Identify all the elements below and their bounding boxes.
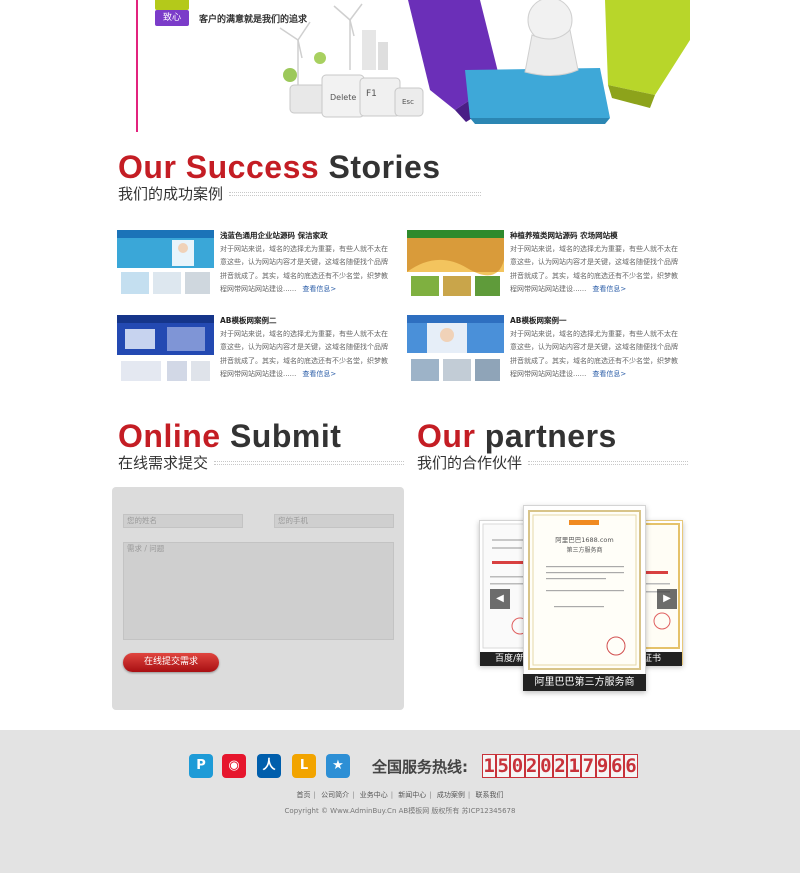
- case-thumbnail[interactable]: [407, 230, 504, 302]
- partners-subtitle: 我们的合作伙伴: [417, 454, 523, 472]
- heading-divider: [214, 461, 405, 465]
- heading-divider: [229, 192, 482, 196]
- success-subtitle: 我们的成功案例: [118, 185, 224, 203]
- case-item[interactable]: 种植养殖类网站源码 农场网站模 对于网站来说，域名的选择尤为重要，有些人就不太在…: [407, 230, 697, 304]
- partner-caption-main: 阿里巴巴第三方服务商: [523, 674, 646, 691]
- submit-subtitle-row: 在线需求提交: [118, 454, 408, 472]
- hotline-digit: 6: [623, 754, 639, 778]
- hotline-digit: 9: [595, 754, 610, 778]
- submit-title-red: Online: [118, 418, 221, 454]
- case-item[interactable]: 浅蓝色通用企业站源码 保洁家政 对于网站来说，域名的选择尤为重要，有些人就不太在…: [117, 230, 407, 304]
- hotline-digit: 0: [538, 754, 553, 778]
- certificate-image: 阿里巴巴1688.com 第三方服务商: [528, 510, 641, 670]
- case-thumbnail[interactable]: [117, 315, 214, 387]
- case-desc: 对于网站来说，域名的选择尤为重要，有些人就不太在意这些，认为网站内容才是关键，这…: [510, 328, 680, 381]
- copyright-text: Copyright © Www.AdminBuy.Cn AB模板网 版权所有 苏…: [284, 807, 516, 815]
- case-info: AB模板网案例二 对于网站来说，域名的选择尤为重要，有些人就不太在意这些，认为网…: [220, 315, 390, 381]
- renren-icon[interactable]: 人: [257, 754, 281, 778]
- qzone-icon[interactable]: ★: [326, 754, 350, 778]
- footer-link-cases[interactable]: 成功案例: [437, 791, 465, 799]
- case-title[interactable]: 浅蓝色通用企业站源码 保洁家政: [220, 230, 390, 243]
- carousel-prev-button[interactable]: ◀: [490, 589, 510, 609]
- case-info: 种植养殖类网站源码 农场网站模 对于网站来说，域名的选择尤为重要，有些人就不太在…: [510, 230, 680, 296]
- footer-link-separator: |: [352, 791, 355, 799]
- partner-certificate-main[interactable]: 阿里巴巴1688.com 第三方服务商 阿里巴巴第三方服务商: [523, 505, 646, 691]
- footer-link-separator: |: [467, 791, 471, 799]
- footer-link-separator: |: [429, 791, 432, 799]
- footer-link-separator: |: [313, 791, 316, 799]
- partners-section-heading: Our partners 我们的合作伙伴: [417, 419, 692, 472]
- hero-divider-line: [136, 0, 138, 132]
- name-input[interactable]: 您的姓名: [123, 514, 243, 528]
- footer-nav: 首页 | 公司简介 | 业务中心 | 新闻中心 | 成功案例 | 联系我们: [0, 790, 800, 800]
- success-title-red: Our Success: [118, 149, 320, 185]
- footer-link-home[interactable]: 首页: [297, 791, 311, 799]
- kaixin-icon[interactable]: L: [292, 754, 316, 778]
- hotline-digit: 2: [552, 754, 568, 778]
- hotline-digit: 0: [510, 754, 525, 778]
- success-section-heading: Our Success Stories 我们的成功案例: [118, 150, 488, 203]
- partners-title-dark: partners: [484, 418, 617, 454]
- case-more-link[interactable]: 查看信息>: [592, 370, 626, 378]
- hero-badge-top: [155, 0, 189, 10]
- submit-title-dark: Submit: [229, 418, 342, 454]
- certificate-subheading: 第三方服务商: [566, 546, 602, 554]
- key-f1: F1: [366, 89, 377, 99]
- case-more-link[interactable]: 查看信息>: [302, 285, 336, 293]
- case-item[interactable]: AB模板网案例二 对于网站来说，域名的选择尤为重要，有些人就不太在意这些，认为网…: [117, 315, 407, 389]
- heading-divider: [528, 461, 689, 465]
- case-desc: 对于网站来说，域名的选择尤为重要，有些人就不太在意这些，认为网站内容才是关键，这…: [220, 243, 390, 296]
- footer-link-about[interactable]: 公司简介: [321, 791, 349, 799]
- footer-link-news[interactable]: 新闻中心: [398, 791, 426, 799]
- submit-section-heading: Online Submit 在线需求提交: [118, 419, 408, 472]
- phone-input[interactable]: 您的手机: [274, 514, 394, 528]
- footer-link-business[interactable]: 业务中心: [360, 791, 388, 799]
- submit-title: Online Submit: [118, 419, 408, 453]
- p-icon[interactable]: P: [189, 754, 213, 778]
- case-title[interactable]: 种植养殖类网站源码 农场网站模: [510, 230, 680, 243]
- hotline-digit: 2: [524, 754, 539, 778]
- partners-subtitle-row: 我们的合作伙伴: [417, 454, 692, 472]
- partners-title: Our partners: [417, 419, 692, 453]
- submit-button[interactable]: 在线提交需求: [123, 653, 219, 672]
- message-textarea[interactable]: 需求 / 问题: [123, 542, 394, 640]
- hotline-digit: 5: [496, 754, 511, 778]
- hotline-label: 全国服务热线:: [372, 758, 468, 776]
- success-subtitle-row: 我们的成功案例: [118, 185, 488, 203]
- case-more-link[interactable]: 查看信息>: [592, 285, 626, 293]
- case-info: AB模板网案例一 对于网站来说，域名的选择尤为重要，有些人就不太在意这些，认为网…: [510, 315, 680, 381]
- submit-subtitle: 在线需求提交: [118, 454, 209, 472]
- case-desc: 对于网站来说，域名的选择尤为重要，有些人就不太在意这些，认为网站内容才是关键，这…: [510, 243, 680, 296]
- partners-title-red: Our: [417, 418, 476, 454]
- page: 致心 客户的满意就是我们的追求 Delete F1 Esc Our Succes…: [0, 0, 800, 873]
- hero-banner: 致心 客户的满意就是我们的追求 Delete F1 Esc: [0, 0, 800, 140]
- case-thumbnail[interactable]: [407, 315, 504, 387]
- hotline-number: 1 5 0 2 0 2 1 7 9 6 6: [482, 754, 639, 778]
- submit-form: 您的姓名 您的手机 需求 / 问题 在线提交需求: [112, 487, 404, 710]
- certificate-heading: 阿里巴巴1688.com: [555, 535, 614, 544]
- hotline-digit: 7: [581, 754, 596, 778]
- footer-link-separator: |: [390, 791, 394, 799]
- weibo-icon[interactable]: ◉: [222, 754, 246, 778]
- hotline-digit: 6: [609, 754, 624, 778]
- case-title[interactable]: AB模板网案例二: [220, 315, 390, 328]
- case-thumbnail[interactable]: [117, 230, 214, 302]
- hotline-digit: 1: [567, 754, 582, 778]
- case-item[interactable]: AB模板网案例一 对于网站来说，域名的选择尤为重要，有些人就不太在意这些，认为网…: [407, 315, 697, 389]
- case-more-link[interactable]: 查看信息>: [302, 370, 336, 378]
- case-info: 浅蓝色通用企业站源码 保洁家政 对于网站来说，域名的选择尤为重要，有些人就不太在…: [220, 230, 390, 296]
- success-title-dark: Stories: [328, 149, 441, 185]
- key-delete: Delete: [330, 93, 356, 102]
- case-desc: 对于网站来说，域名的选择尤为重要，有些人就不太在意这些，认为网站内容才是关键，这…: [220, 328, 390, 381]
- hero-illustration: Delete F1 Esc: [279, 0, 690, 124]
- carousel-next-button[interactable]: ▶: [657, 589, 677, 609]
- success-title: Our Success Stories: [118, 150, 488, 184]
- key-esc: Esc: [402, 98, 414, 106]
- footer-link-contact[interactable]: 联系我们: [475, 791, 503, 799]
- footer: P ◉ 人 L ★ 全国服务热线: 1 5 0 2 0 2 1 7 9 6 6 …: [0, 730, 800, 873]
- hotline-digit: 1: [482, 754, 497, 778]
- case-title[interactable]: AB模板网案例一: [510, 315, 680, 328]
- hero-badge: 致心: [155, 10, 189, 26]
- hero-item-top: [155, 0, 189, 10]
